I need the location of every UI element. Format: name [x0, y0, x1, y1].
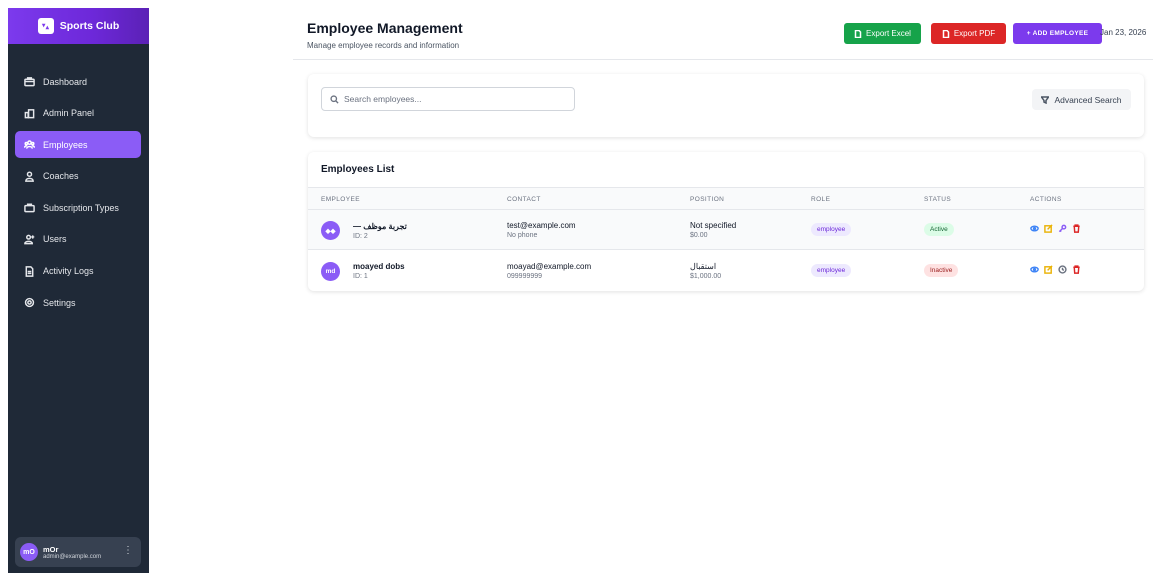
- edit-icon[interactable]: [1044, 265, 1053, 274]
- sidebar: Sports Club Dashboard Admin Panel Employ…: [8, 8, 149, 573]
- table-row[interactable]: md moayed dobs ID: 1 moayad@example.com …: [308, 251, 1144, 291]
- avatar: ◆◆: [321, 221, 340, 240]
- user-info: mOr admin@example.com: [43, 545, 101, 560]
- sidebar-item-label: Subscription Types: [43, 202, 119, 213]
- employee-cell: — تجربة موظف ID: 2: [353, 222, 407, 240]
- bag-icon: [24, 202, 35, 213]
- user-profile-card[interactable]: mO mOr admin@example.com ⋮: [15, 537, 141, 567]
- delete-icon[interactable]: [1072, 265, 1081, 274]
- search-icon: [330, 94, 339, 104]
- column-header-employee[interactable]: EMPLOYEE: [321, 196, 360, 203]
- row-actions: [1030, 224, 1081, 233]
- sidebar-nav: Dashboard Admin Panel Employees Coaches …: [8, 68, 149, 321]
- page-subtitle: Manage employee records and information: [307, 41, 460, 50]
- user-email: admin@example.com: [43, 553, 102, 560]
- brand-header[interactable]: Sports Club: [8, 8, 149, 44]
- advanced-search-label: Advanced Search: [1054, 94, 1122, 105]
- add-employee-label: + ADD EMPLOYEE: [1026, 30, 1089, 37]
- column-header-actions: ACTIONS: [1030, 196, 1062, 203]
- view-icon[interactable]: [1030, 224, 1039, 233]
- add-employee-button[interactable]: + ADD EMPLOYEE: [1013, 23, 1102, 44]
- briefcase-icon: [24, 76, 35, 87]
- user-icon: [24, 171, 35, 182]
- sidebar-item-dashboard[interactable]: Dashboard: [15, 68, 141, 95]
- gear-icon: [24, 297, 35, 308]
- employee-phone: No phone: [507, 232, 538, 239]
- sidebar-item-admin-panel[interactable]: Admin Panel: [15, 100, 141, 127]
- document-icon: [854, 29, 862, 38]
- employee-position: Not specified: [690, 221, 737, 230]
- role-badge: employee: [811, 223, 852, 236]
- employee-phone: 099999999: [507, 273, 543, 280]
- edit-icon[interactable]: [1044, 224, 1053, 233]
- table-row[interactable]: ◆◆ — تجربة موظف ID: 2 test@example.com N…: [308, 210, 1144, 250]
- contact-cell: test@example.com No phone: [507, 221, 576, 239]
- sidebar-item-employees[interactable]: Employees: [15, 131, 141, 159]
- sidebar-item-users[interactable]: Users: [15, 226, 141, 253]
- search-input[interactable]: [344, 94, 564, 104]
- current-date: Jan 23, 2026: [1100, 28, 1147, 37]
- brand-name: Sports Club: [59, 20, 120, 32]
- position-cell: استقبال $1,000.00: [690, 262, 721, 280]
- sidebar-item-coaches[interactable]: Coaches: [15, 163, 141, 190]
- avatar: md: [321, 262, 340, 281]
- sidebar-item-subscription-types[interactable]: Subscription Types: [15, 194, 141, 221]
- employee-name: moayed dobs: [353, 262, 405, 271]
- search-box[interactable]: [321, 87, 575, 111]
- page-title: Employee Management: [307, 20, 463, 36]
- employee-salary: $1,000.00: [690, 273, 722, 280]
- position-cell: Not specified $0.00: [690, 221, 736, 239]
- employee-position: استقبال: [690, 262, 717, 271]
- sidebar-item-label: Employees: [43, 139, 88, 150]
- sidebar-item-label: Settings: [43, 297, 76, 308]
- user-add-icon: [24, 234, 35, 245]
- status-badge: Active: [924, 223, 954, 236]
- sidebar-item-label: Activity Logs: [43, 266, 94, 277]
- delete-icon[interactable]: [1072, 224, 1081, 233]
- sidebar-item-label: Admin Panel: [43, 108, 95, 119]
- advanced-search-button[interactable]: Advanced Search: [1032, 89, 1131, 110]
- status-badge: Inactive: [924, 264, 959, 277]
- employee-id: ID: 2: [353, 233, 368, 240]
- sidebar-item-label: Coaches: [43, 171, 79, 182]
- sidebar-item-activity-logs[interactable]: Activity Logs: [15, 258, 141, 285]
- table-header: EMPLOYEE CONTACT POSITION ROLE STATUS AC…: [308, 187, 1144, 210]
- page-header: Employee Management Manage employee reco…: [293, 8, 1153, 60]
- sidebar-item-settings[interactable]: Settings: [15, 289, 141, 316]
- document-icon: [24, 265, 35, 277]
- column-header-status[interactable]: STATUS: [924, 196, 951, 203]
- logo-icon: [37, 18, 54, 34]
- column-header-role[interactable]: ROLE: [811, 196, 830, 203]
- export-pdf-button[interactable]: Export PDF: [931, 23, 1006, 44]
- contact-cell: moayad@example.com 099999999: [507, 262, 591, 280]
- more-vertical-icon[interactable]: ⋮: [123, 545, 133, 556]
- view-icon[interactable]: [1030, 265, 1039, 274]
- export-excel-button[interactable]: Export Excel: [844, 23, 921, 44]
- toggle-status-icon[interactable]: [1058, 265, 1067, 274]
- sidebar-item-label: Dashboard: [43, 76, 88, 87]
- employee-id: ID: 1: [353, 273, 368, 280]
- users-group-icon: [24, 139, 35, 150]
- employee-name: — تجربة موظف: [353, 222, 407, 231]
- role-badge: employee: [811, 264, 852, 277]
- employee-email: test@example.com: [507, 221, 576, 230]
- employee-cell: moayed dobs ID: 1: [353, 262, 405, 280]
- document-icon: [942, 29, 950, 38]
- filter-icon: [1041, 95, 1050, 104]
- export-pdf-label: Export PDF: [953, 29, 996, 38]
- employees-table-card: Employees List EMPLOYEE CONTACT POSITION…: [308, 152, 1144, 291]
- export-excel-label: Export Excel: [866, 29, 911, 38]
- column-header-position[interactable]: POSITION: [690, 196, 724, 203]
- sidebar-item-label: Users: [43, 234, 67, 245]
- search-card: Advanced Search: [308, 74, 1144, 137]
- table-title: Employees List: [321, 164, 395, 175]
- employee-email: moayad@example.com: [507, 262, 592, 271]
- user-name: mOr: [43, 544, 59, 554]
- admin-icon: [24, 108, 35, 119]
- row-actions: [1030, 265, 1081, 274]
- avatar: mO: [20, 543, 38, 561]
- column-header-contact[interactable]: CONTACT: [507, 196, 541, 203]
- employee-salary: $0.00: [690, 232, 708, 239]
- reset-password-icon[interactable]: [1058, 224, 1067, 233]
